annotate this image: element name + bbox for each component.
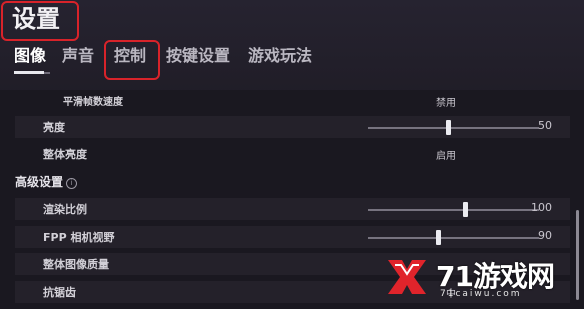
tab-keybindings[interactable]: 按键设置: [166, 44, 230, 68]
setting-value: 90: [538, 229, 552, 242]
setting-value: 50: [538, 119, 552, 132]
fov-slider-thumb[interactable]: [436, 230, 441, 245]
tab-gameplay[interactable]: 游戏玩法: [248, 44, 312, 68]
watermark-logo-icon: [388, 260, 426, 294]
watermark-url: 71caiwu.com: [440, 289, 522, 299]
tab-graphics[interactable]: 图像: [14, 44, 46, 68]
active-tab-indicator: [14, 71, 44, 74]
advanced-settings-heading: 高级设置 i: [15, 173, 78, 190]
info-icon[interactable]: i: [66, 178, 78, 189]
setting-label: 抗锯齿: [43, 286, 76, 299]
setting-label: 整体图像质量: [43, 258, 109, 271]
setting-label: 平滑帧数速度: [63, 97, 123, 108]
setting-row-smooth-framerate[interactable]: 平滑帧数速度 禁用: [15, 90, 570, 112]
render-scale-slider-track[interactable]: [368, 209, 539, 211]
controls-tab-highlight-box: [104, 40, 160, 80]
setting-row-overall-brightness[interactable]: 整体亮度 启用: [15, 143, 570, 165]
setting-label: 整体亮度: [43, 148, 87, 161]
setting-row-render-scale[interactable]: 渲染比例 100: [15, 198, 570, 220]
active-tab-indicator-tail: [44, 72, 50, 74]
fov-slider-track[interactable]: [368, 237, 539, 239]
setting-label: FPP 相机视野: [43, 231, 115, 244]
section-label: 高级设置: [15, 175, 64, 189]
setting-value: 100: [531, 201, 552, 214]
brightness-slider-thumb[interactable]: [446, 120, 451, 135]
setting-label: 亮度: [43, 121, 65, 134]
render-scale-slider-thumb[interactable]: [463, 202, 468, 217]
setting-value: 禁用: [436, 98, 456, 109]
setting-label: 渲染比例: [43, 203, 87, 216]
setting-value: 启用: [436, 151, 456, 162]
title-highlight-box: [1, 1, 79, 41]
tab-audio[interactable]: 声音: [62, 44, 94, 68]
brightness-slider-track[interactable]: [368, 127, 539, 129]
watermark: 71游戏网 71caiwu.com: [384, 252, 584, 309]
setting-row-brightness[interactable]: 亮度 50: [15, 116, 570, 138]
setting-row-fpp-fov[interactable]: FPP 相机视野 90: [15, 226, 570, 248]
